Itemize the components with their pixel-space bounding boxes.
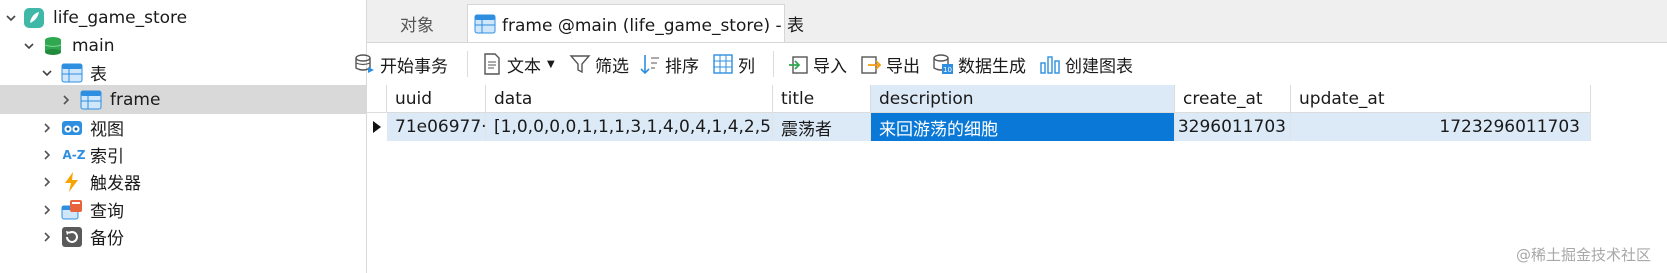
sort-button[interactable]: 排序 [639, 49, 699, 79]
cell-description[interactable]: 来回游荡的细胞 [871, 113, 1175, 141]
tab-objects-label: 对象 [400, 15, 434, 36]
views-label: 视图 [90, 120, 124, 140]
data-grid: uuid data title description create_at up… [367, 85, 1667, 273]
column-header-data[interactable]: data [486, 85, 773, 113]
current-row-indicator-icon [367, 113, 387, 141]
chevron-down-icon[interactable] [40, 66, 54, 80]
connection-icon [23, 7, 45, 29]
tree-queries[interactable]: 查询 [0, 195, 366, 224]
chevron-right-icon[interactable] [40, 175, 54, 189]
tree-tables-group[interactable]: 表 [0, 58, 366, 87]
text-view-button[interactable]: 文本 ▼ [481, 49, 555, 79]
svg-text:10: 10 [943, 66, 952, 74]
create-chart-label: 创建图表 [1065, 56, 1133, 77]
query-icon [61, 199, 83, 221]
toolbar-divider [773, 51, 774, 77]
table-icon [474, 13, 496, 35]
tree-backups[interactable]: 备份 [0, 222, 366, 251]
import-icon [787, 53, 809, 75]
sort-icon [639, 53, 661, 75]
caret-down-icon[interactable]: ▼ [547, 59, 555, 70]
tree-triggers[interactable]: 触发器 [0, 167, 366, 196]
row-marker-header [367, 85, 387, 113]
views-icon [61, 117, 83, 139]
chevron-right-icon[interactable] [59, 93, 73, 107]
tree-views[interactable]: 视图 [0, 113, 366, 142]
connection-label: life_game_store [53, 7, 188, 28]
toolbar: 开始事务 文本 ▼ 筛选 排序 列 导入 导出 10 数据生成 创建图表 [355, 43, 1667, 85]
tables-group-label: 表 [90, 65, 107, 85]
cell-create-at[interactable]: 3296011703 [1175, 113, 1291, 141]
data-generator-icon: 10 [932, 53, 954, 75]
chevron-right-icon[interactable] [40, 230, 54, 244]
table-label: frame [110, 89, 161, 110]
cell-update-at[interactable]: 1723296011703 [1291, 113, 1591, 141]
filter-label: 筛选 [595, 56, 629, 77]
columns-button[interactable]: 列 [712, 49, 755, 79]
tab-bar: 对象 frame @main (life_game_store) - 表 [367, 0, 1667, 43]
tab-frame-table[interactable]: frame @main (life_game_store) - 表 [467, 4, 804, 42]
backups-label: 备份 [90, 229, 124, 249]
backup-icon [61, 226, 83, 248]
create-chart-button[interactable]: 创建图表 [1039, 49, 1133, 79]
export-button[interactable]: 导出 [860, 49, 920, 79]
filter-icon [569, 53, 591, 75]
main-panel: 对象 frame @main (life_game_store) - 表 开始事… [355, 0, 1667, 273]
chevron-right-icon[interactable] [40, 203, 54, 217]
index-icon: A-Z [62, 147, 86, 162]
cell-data[interactable]: [1,0,0,0,0,1,1,1,3,1,4,0,4,1,4,2,5,0,6, [486, 113, 773, 141]
toolbar-divider [467, 51, 468, 77]
column-header-uuid[interactable]: uuid [387, 85, 486, 113]
export-icon [860, 53, 882, 75]
triggers-label: 触发器 [90, 174, 141, 194]
database-label: main [72, 35, 115, 56]
tree-connection[interactable]: life_game_store [0, 3, 366, 32]
tab-frame-label: frame @main (life_game_store) - 表 [502, 16, 805, 36]
watermark: @稀土掘金技术社区 [1515, 246, 1651, 264]
tree-table-frame[interactable]: frame [0, 85, 366, 114]
begin-transaction-label: 开始事务 [380, 56, 448, 77]
navigator-sidebar: life_game_store main 表 frame 视图 A-Z 索引 触… [0, 0, 367, 273]
cell-title[interactable]: 震荡者 [773, 113, 871, 141]
table-icon [80, 89, 102, 111]
export-label: 导出 [886, 56, 920, 77]
begin-transaction-button[interactable]: 开始事务 [354, 49, 448, 79]
chevron-down-icon[interactable] [4, 11, 18, 25]
tree-indexes[interactable]: A-Z 索引 [0, 140, 366, 169]
filter-button[interactable]: 筛选 [569, 49, 629, 79]
grid-icon [712, 53, 734, 75]
table-group-icon [61, 62, 83, 84]
bar-chart-icon [1039, 53, 1061, 75]
queries-label: 查询 [90, 202, 124, 222]
database-icon [42, 35, 64, 57]
tree-database[interactable]: main [0, 31, 366, 60]
column-header-title[interactable]: title [773, 85, 871, 113]
columns-label: 列 [738, 56, 755, 77]
generate-data-button[interactable]: 10 数据生成 [932, 49, 1026, 79]
column-header-create-at[interactable]: create_at [1175, 85, 1291, 113]
import-label: 导入 [813, 56, 847, 77]
column-header-description[interactable]: description [871, 85, 1175, 113]
generate-data-label: 数据生成 [958, 56, 1026, 77]
chevron-right-icon[interactable] [40, 148, 54, 162]
sort-label: 排序 [665, 56, 699, 77]
indexes-label: 索引 [90, 147, 124, 167]
lightning-icon [61, 171, 83, 193]
cell-uuid[interactable]: 71e06977· [387, 113, 486, 141]
text-view-label: 文本 [507, 56, 541, 77]
column-header-update-at[interactable]: update_at [1291, 85, 1591, 113]
tab-objects[interactable]: 对象 [367, 4, 467, 42]
import-button[interactable]: 导入 [787, 49, 847, 79]
chevron-right-icon[interactable] [40, 121, 54, 135]
database-transaction-icon [354, 53, 376, 75]
document-icon [481, 53, 503, 75]
chevron-down-icon[interactable] [22, 39, 36, 53]
